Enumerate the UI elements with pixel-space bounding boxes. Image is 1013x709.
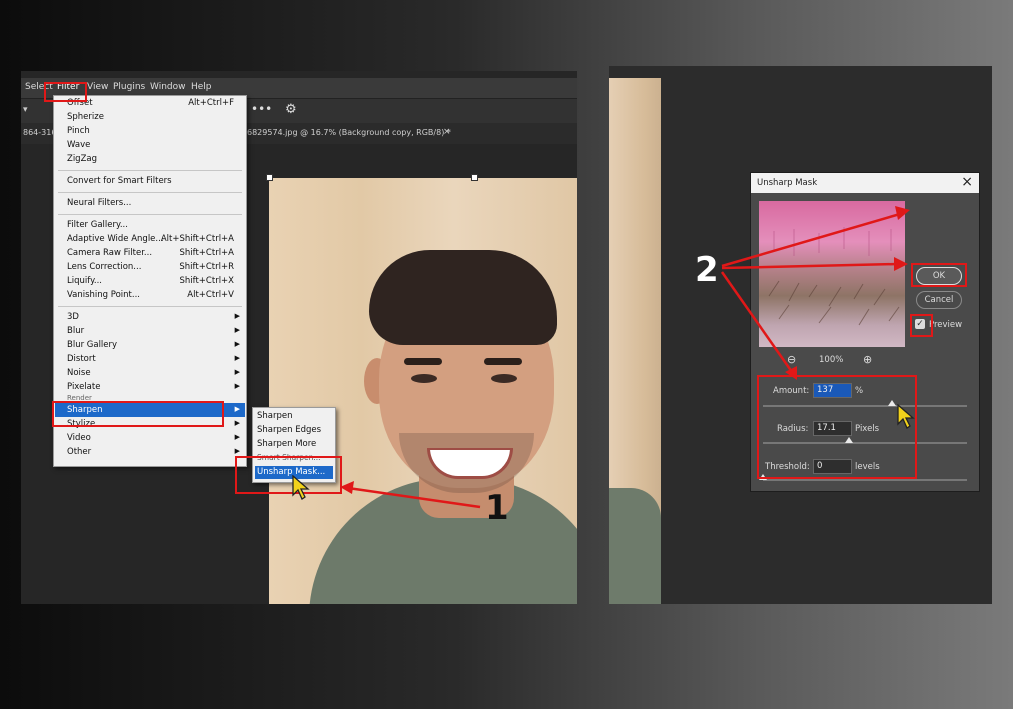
annotation-arrows-2 [720,206,910,380]
